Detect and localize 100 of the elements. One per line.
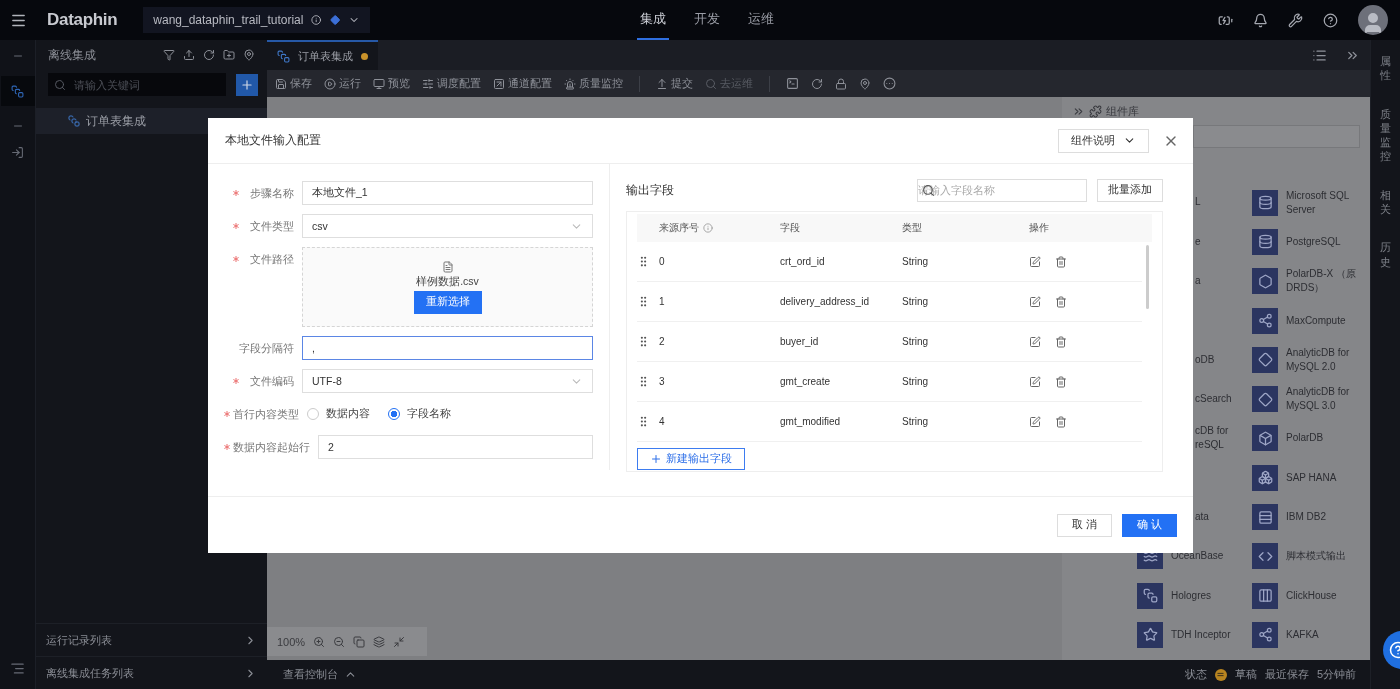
file-name: 样例数据.csv (416, 274, 479, 289)
component-name: Hologres (1171, 588, 1213, 603)
field-label: 文件类型 (249, 219, 294, 234)
help-dropdown[interactable]: 组件说明 (1058, 128, 1149, 153)
component-name: cDB for reSQL (1195, 423, 1230, 453)
section-title: 输出字段 (626, 182, 674, 198)
nav-tab[interactable]: 运维 (745, 0, 777, 40)
table-cell-text: delivery_address_id (780, 296, 870, 307)
text-input[interactable]: 2 (318, 435, 593, 459)
table-cell-text: gmt_create (780, 376, 832, 387)
confirm-button[interactable]: 确 认 (1122, 513, 1177, 537)
text-input[interactable]: 本地文件_1 (302, 181, 593, 205)
component-name: Microsoft SQL Server (1286, 188, 1350, 217)
component-item[interactable]: IBM DB2 (1252, 504, 1372, 530)
upload-area[interactable]: 样例数据.csv 重新选择 (302, 247, 593, 327)
component-item[interactable]: PostgreSQL (1252, 228, 1372, 255)
field-label: 首行内容类型 (233, 407, 299, 422)
table-cell-text: String (902, 256, 930, 267)
select-field[interactable]: UTF-8 (302, 369, 593, 393)
select-field[interactable]: csv (302, 214, 593, 238)
search-field[interactable]: 请输入关键词 (48, 73, 226, 96)
add-field-button[interactable]: 新建输出字段 (637, 448, 745, 470)
component-name: ata (1195, 509, 1209, 524)
table-cell-text: 2 (659, 336, 666, 347)
component-item[interactable]: Hologres (1137, 582, 1252, 609)
toolbar-label: 提交 (671, 76, 693, 91)
status-value: 草稿 (1234, 667, 1257, 682)
component-item[interactable]: TDH Inceptor (1137, 621, 1252, 648)
search-input[interactable]: 请输入关键词 (72, 77, 212, 92)
side-tab[interactable]: 相关 (1380, 187, 1391, 217)
toolbar-button[interactable]: 保存 (275, 76, 312, 91)
panel-title: 组件库 (1106, 104, 1139, 119)
batch-add-button[interactable]: 批量添加 (1097, 178, 1163, 202)
field-label: 字段分隔符 (239, 341, 294, 356)
component-name: TDH Inceptor (1171, 627, 1232, 642)
cancel-button[interactable]: 取 消 (1057, 513, 1113, 537)
toolbar-label: 运行 (339, 76, 361, 91)
column-header: 操作 (1029, 221, 1049, 235)
editor-tab[interactable]: 订单表集成 (267, 40, 378, 70)
table-cell-text: String (902, 296, 930, 307)
component-name: PostgreSQL (1286, 234, 1342, 249)
toolbar-button[interactable]: 调度配置 (422, 76, 481, 91)
toolbar-label: 质量监控 (579, 76, 623, 91)
toolbar-button[interactable]: 通道配置 (493, 76, 552, 91)
toolbar-button[interactable]: 提交 (656, 76, 693, 91)
component-name: PolarDB (1286, 431, 1325, 446)
saved-label: 最近保存 (1264, 667, 1309, 682)
side-tab[interactable]: 质量监控 (1380, 106, 1391, 164)
logo: Dataphin (47, 10, 118, 30)
console-toggle[interactable]: 查看控制台 (283, 667, 338, 682)
table-cell-text: 3 (659, 376, 666, 387)
side-tab[interactable]: 历史 (1380, 240, 1391, 269)
toolbar-button[interactable]: 预览 (373, 76, 410, 91)
table-cell-text: buyer_id (780, 336, 820, 347)
component-item[interactable]: KAFKA (1252, 621, 1372, 648)
component-name: SAP HANA (1286, 470, 1338, 485)
tab-label: 订单表集成 (298, 48, 353, 64)
component-item[interactable]: SAP HANA (1252, 464, 1372, 491)
component-item[interactable]: PolarDB-X （原DRDS） (1252, 267, 1372, 296)
toolbar-button[interactable]: 质量监控 (564, 76, 623, 91)
status-label: 状态 (1184, 667, 1207, 682)
component-item[interactable]: ClickHouse (1252, 582, 1372, 609)
radio-label: 数据内容 (326, 407, 370, 421)
component-item[interactable]: Microsoft SQL Server (1252, 188, 1372, 217)
component-item[interactable]: AnalyticDB for MySQL 2.0 (1252, 345, 1372, 374)
component-name: L (1195, 195, 1201, 210)
table-cell-text: String (902, 336, 930, 347)
field-label: 文件路径 (249, 252, 294, 267)
toolbar-label: 调度配置 (437, 76, 481, 91)
component-item[interactable]: PolarDB (1252, 425, 1372, 452)
radio-label: 字段名称 (407, 407, 451, 421)
field-label: 文件编码 (249, 374, 294, 389)
component-name: MaxCompute (1286, 313, 1347, 328)
component-name: ClickHouse (1286, 588, 1338, 603)
reselect-button[interactable]: 重新选择 (413, 290, 482, 314)
field-label: 步骤名称 (249, 186, 294, 201)
component-item[interactable]: MaxCompute (1252, 307, 1372, 334)
column-header: 类型 (902, 221, 922, 235)
table-cell-text: crt_ord_id (780, 256, 826, 267)
table-cell-text: String (902, 376, 930, 387)
component-name: AnalyticDB for MySQL 2.0 (1286, 345, 1351, 374)
toolbar-label: 保存 (290, 76, 312, 91)
table-cell-text: 1 (659, 296, 666, 307)
side-tab[interactable]: 属性 (1380, 54, 1391, 83)
component-item[interactable]: 脚本模式输出 (1252, 543, 1372, 570)
component-name: PolarDB-X （原DRDS） (1286, 267, 1357, 296)
table-cell-text: 0 (659, 256, 666, 267)
component-item[interactable]: AnalyticDB for MySQL 3.0 (1252, 385, 1372, 414)
text-input[interactable]: , (302, 336, 593, 360)
table-cell-text: String (902, 416, 930, 427)
component-name: AnalyticDB for MySQL 3.0 (1286, 385, 1351, 414)
zoom-level: 100% (277, 635, 306, 648)
component-name: KAFKA (1286, 627, 1320, 642)
toolbar-button[interactable]: 运行 (324, 76, 361, 91)
field-label: 数据内容起始行 (233, 440, 310, 455)
component-name: 脚本模式输出 (1286, 549, 1347, 564)
project-selector[interactable]: wang_dataphin_trail_tutorial (143, 7, 371, 33)
toolbar-label: 通道配置 (508, 76, 552, 91)
nav-tab[interactable]: 开发 (691, 0, 723, 40)
component-name: e (1195, 234, 1201, 249)
